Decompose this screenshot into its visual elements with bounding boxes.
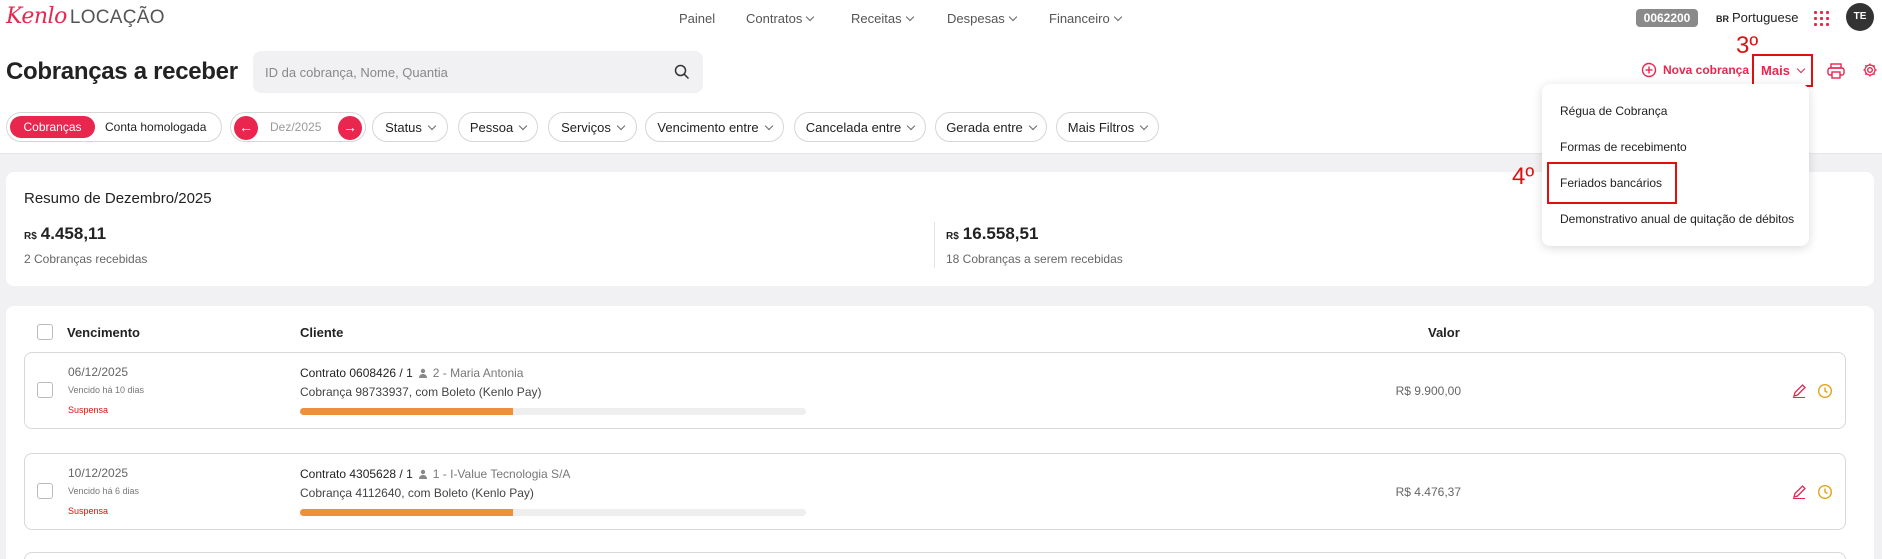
view-segment-control: Cobranças Conta homologada — [6, 112, 222, 142]
status-badge: Suspensa — [68, 506, 109, 516]
person-icon — [418, 469, 427, 479]
received-total: R$ 4.458,11 — [24, 224, 107, 243]
row-checkbox[interactable] — [37, 483, 53, 499]
nav-financeiro[interactable]: Financeiro — [1049, 11, 1122, 26]
language-selector[interactable]: BR Portuguese — [1716, 10, 1799, 25]
table-row[interactable]: 10/12/2025 Vencido há 6 dias Suspensa Co… — [24, 453, 1846, 530]
chevron-down-icon — [1796, 64, 1806, 74]
search-icon[interactable] — [674, 64, 690, 80]
due-date: 06/12/2025 — [68, 365, 129, 379]
pending-count: 18 Cobranças a serem recebidas — [946, 252, 1123, 266]
summary-title: Resumo de Dezembro/2025 — [24, 190, 212, 207]
menu-item-regua-de-cobranca[interactable]: Régua de Cobrança — [1560, 104, 1667, 118]
filter-servicos[interactable]: Serviços — [548, 112, 637, 142]
contract-info[interactable]: Contrato 0608426 / 1 2 - Maria Antonia — [300, 366, 523, 380]
nav-receitas[interactable]: Receitas — [851, 11, 914, 26]
column-header-valor: Valor — [1428, 325, 1460, 340]
filter-cancelada-entre[interactable]: Cancelada entre — [794, 112, 926, 142]
annotation-highlight-box — [1547, 162, 1677, 204]
row-checkbox[interactable] — [37, 382, 53, 398]
flag-icon: BR — [1716, 14, 1729, 24]
filter-status[interactable]: Status — [372, 112, 448, 142]
charge-description: Cobrança 98733937, com Boleto (Kenlo Pay… — [300, 385, 542, 399]
progress-bar-fill — [300, 408, 513, 415]
annotation-step-4: 4º — [1512, 163, 1535, 190]
apps-grid-icon[interactable] — [1814, 11, 1829, 26]
pencil-icon[interactable] — [1791, 383, 1807, 399]
account-code-badge: 0062200 — [1636, 9, 1698, 27]
filter-pessoa[interactable]: Pessoa — [458, 112, 538, 142]
page-title: Cobranças a receber — [6, 58, 238, 85]
nav-contratos[interactable]: Contratos — [746, 11, 815, 26]
new-charge-button[interactable]: Nova cobrança — [1641, 62, 1749, 78]
progress-bar-fill — [300, 509, 513, 516]
charges-table: Vencimento Cliente Valor 06/12/2025 Venc… — [6, 306, 1874, 559]
nav-despesas[interactable]: Despesas — [947, 11, 1018, 26]
chevron-down-icon — [518, 121, 528, 130]
plus-circle-icon — [1641, 62, 1657, 78]
contract-info[interactable]: Contrato 4305628 / 1 1 - I-Value Tecnolo… — [300, 467, 570, 481]
menu-item-demonstrativo-anual[interactable]: Demonstrativo anual de quitação de débit… — [1560, 212, 1794, 226]
logo-brand: Kenlo — [6, 4, 67, 29]
chevron-down-icon — [764, 121, 773, 130]
table-row[interactable] — [24, 552, 1846, 559]
column-header-vencimento: Vencimento — [67, 325, 140, 340]
charge-value: R$ 4.476,37 — [1395, 485, 1461, 499]
progress-bar — [300, 408, 806, 415]
segment-conta-homologada[interactable]: Conta homologada — [105, 116, 206, 138]
summary-divider — [934, 222, 935, 268]
prev-month-arrow-icon[interactable]: ← — [234, 116, 258, 140]
top-bar: Kenlo LOCAÇÃO Painel Contratos Receitas … — [0, 0, 1882, 36]
filter-gerada-entre[interactable]: Gerada entre — [935, 112, 1047, 142]
nav-painel[interactable]: Painel — [679, 11, 715, 26]
logo-product: LOCAÇÃO — [69, 7, 165, 28]
filter-vencimento-entre[interactable]: Vencimento entre — [645, 112, 784, 142]
due-date: 10/12/2025 — [68, 466, 129, 480]
charge-value: R$ 9.900,00 — [1395, 384, 1461, 398]
overdue-text: Vencido há 10 dias — [68, 385, 145, 395]
chevron-down-icon — [1028, 121, 1038, 130]
status-badge: Suspensa — [68, 405, 109, 415]
table-row[interactable]: 06/12/2025 Vencido há 10 dias Suspensa C… — [24, 352, 1846, 429]
overdue-text: Vencido há 6 dias — [68, 486, 140, 496]
printer-icon[interactable] — [1827, 63, 1845, 79]
pencil-icon[interactable] — [1791, 484, 1807, 500]
chevron-down-icon — [616, 121, 626, 130]
menu-item-formas-de-recebimento[interactable]: Formas de recebimento — [1560, 140, 1687, 154]
charge-description: Cobrança 4112640, com Boleto (Kenlo Pay) — [300, 486, 534, 500]
month-label: Dez/2025 — [270, 120, 322, 134]
chevron-down-icon — [1139, 121, 1149, 130]
chevron-down-icon — [1008, 12, 1018, 22]
clock-icon[interactable] — [1817, 484, 1833, 500]
app-logo[interactable]: Kenlo LOCAÇÃO — [6, 4, 165, 29]
filter-mais-filtros[interactable]: Mais Filtros — [1056, 112, 1159, 142]
chevron-down-icon — [427, 121, 437, 130]
search-box — [253, 51, 703, 93]
person-icon — [418, 368, 427, 378]
avatar[interactable]: TE — [1846, 3, 1874, 31]
received-count: 2 Cobranças recebidas — [24, 252, 148, 266]
more-button[interactable]: Mais — [1752, 54, 1813, 87]
chevron-down-icon — [806, 12, 815, 22]
column-header-cliente: Cliente — [300, 325, 344, 340]
segment-cobrancas[interactable]: Cobranças — [10, 116, 95, 138]
gear-icon[interactable] — [1862, 62, 1878, 78]
progress-bar — [300, 509, 806, 516]
chevron-down-icon — [905, 12, 914, 22]
clock-icon[interactable] — [1817, 383, 1833, 399]
search-input[interactable] — [265, 51, 655, 93]
month-selector: ← Dez/2025 → — [230, 112, 366, 142]
chevron-down-icon — [906, 121, 916, 130]
next-month-arrow-icon[interactable]: → — [338, 116, 362, 140]
chevron-down-icon — [1113, 12, 1122, 22]
select-all-checkbox[interactable] — [37, 324, 53, 340]
pending-total: R$ 16.558,51 — [946, 224, 1039, 243]
